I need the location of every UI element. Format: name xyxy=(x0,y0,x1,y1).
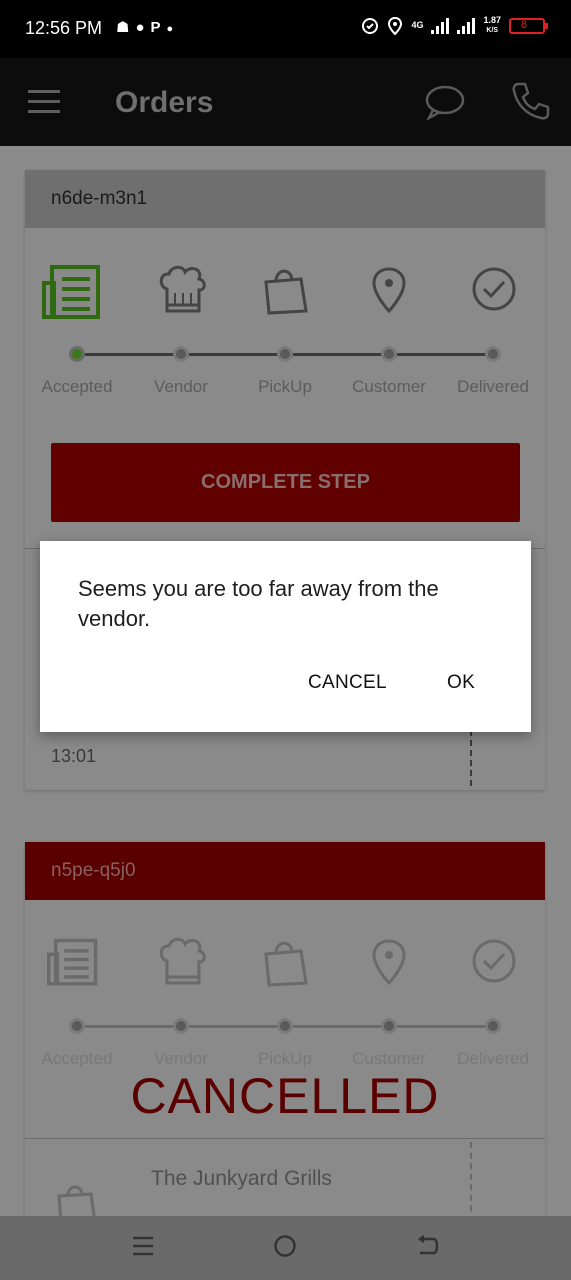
alarm-icon xyxy=(362,17,379,34)
net-speed: 1.87 K/S xyxy=(483,16,501,35)
step-dot xyxy=(277,1018,293,1034)
step-label-accepted: Accepted xyxy=(41,1049,113,1068)
network-type: 4G xyxy=(411,20,424,30)
signal-icon xyxy=(431,17,450,34)
app-bar: Orders xyxy=(0,58,571,146)
shopping-bag-icon xyxy=(261,937,313,989)
timeline-dash xyxy=(470,730,472,786)
step-dot xyxy=(69,346,85,362)
step-label-customer: Customer xyxy=(352,1049,426,1068)
message-icon: ● xyxy=(135,19,151,36)
chat-icon[interactable] xyxy=(424,84,466,120)
incognito-icon: ☗ xyxy=(116,19,136,36)
chef-hat-icon xyxy=(157,265,209,317)
step-label-vendor: Vendor xyxy=(154,377,208,396)
step-dot xyxy=(173,346,189,362)
divider xyxy=(25,1138,545,1139)
shopping-bag-icon xyxy=(261,265,313,317)
step-label-vendor: Vendor xyxy=(154,1049,208,1068)
battery-level: 8 xyxy=(521,18,528,31)
back-icon[interactable] xyxy=(416,1234,440,1258)
complete-step-button[interactable]: COMPLETE STEP xyxy=(51,443,520,522)
step-dot xyxy=(381,1018,397,1034)
alert-dialog: Seems you are too far away from the vend… xyxy=(40,541,531,732)
check-circle-icon xyxy=(470,937,522,989)
order-steps: Accepted Vendor PickUp Customer Delivere… xyxy=(25,937,545,1077)
home-icon[interactable] xyxy=(273,1234,297,1258)
phone-icon[interactable] xyxy=(510,80,552,122)
accepted-icon xyxy=(42,265,100,319)
step-dot xyxy=(69,1018,85,1034)
battery-icon: 8 xyxy=(509,17,548,34)
step-label-delivered: Delivered xyxy=(457,1049,529,1068)
cancel-button[interactable]: CANCEL xyxy=(308,672,387,694)
timeline-dash xyxy=(470,1142,472,1222)
step-dot xyxy=(485,1018,501,1034)
order-id: n6de-m3n1 xyxy=(25,170,545,228)
cancelled-status: CANCELLED xyxy=(130,1068,440,1124)
menu-icon[interactable] xyxy=(28,90,60,114)
order-steps: Accepted Vendor PickUp Customer Delivere… xyxy=(25,265,545,405)
net-speed-unit: K/S xyxy=(486,27,499,34)
ok-button[interactable]: OK xyxy=(447,672,475,694)
step-label-delivered: Delivered xyxy=(457,377,529,396)
step-label-accepted: Accepted xyxy=(41,377,113,396)
step-dot xyxy=(381,346,397,362)
step-dot xyxy=(485,346,501,362)
status-time: 12:56 PM xyxy=(25,18,103,38)
order-id: n5pe-q5j0 xyxy=(25,842,545,900)
location-pin-icon xyxy=(369,265,421,317)
dialog-message: Seems you are too far away from the vend… xyxy=(78,576,439,631)
step-label-customer: Customer xyxy=(352,377,426,396)
step-dot xyxy=(277,346,293,362)
net-speed-value: 1.87 xyxy=(483,15,501,25)
accepted-icon xyxy=(46,937,99,989)
order-time: 13:01 xyxy=(51,746,97,766)
system-nav-bar xyxy=(0,1216,571,1280)
check-circle-icon xyxy=(470,265,522,317)
signal-icon xyxy=(457,17,476,34)
location-icon xyxy=(388,16,403,35)
page-title: Orders xyxy=(115,86,214,119)
location-pin-icon xyxy=(369,937,421,989)
step-dot xyxy=(173,1018,189,1034)
step-label-pickup: PickUp xyxy=(258,1049,312,1068)
order-card[interactable]: n5pe-q5j0 Accepted Vendor PickUp Custome… xyxy=(25,842,545,1222)
drop-icon: ● xyxy=(166,23,180,35)
status-bar: 12:56 PM ☗●P● 4G 1.87 K/S 8 xyxy=(0,0,571,58)
step-label-pickup: PickUp xyxy=(258,377,312,396)
notification-icons: ☗●P● xyxy=(116,18,179,36)
vendor-name: The Junkyard Grills xyxy=(151,1167,332,1190)
chef-hat-icon xyxy=(157,937,209,989)
status-right: 4G 1.87 K/S 8 xyxy=(361,16,548,35)
recents-icon[interactable] xyxy=(132,1234,154,1258)
p-icon: P xyxy=(150,19,167,36)
